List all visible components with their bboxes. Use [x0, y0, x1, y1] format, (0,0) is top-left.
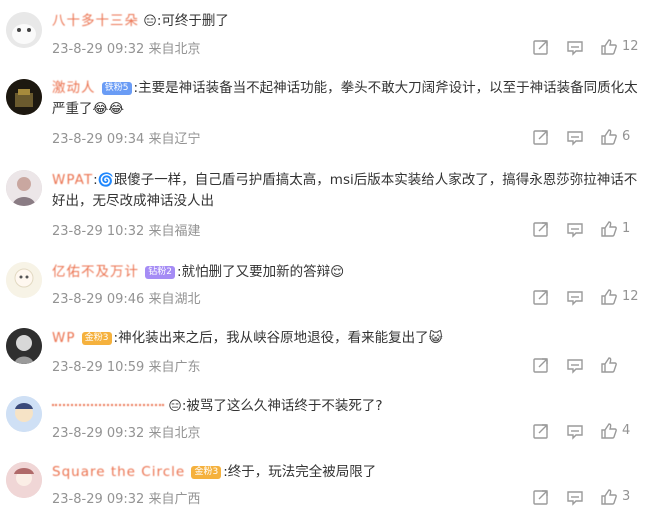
share-icon[interactable]	[532, 288, 550, 306]
comment-text: 激动人 铁粉5:主要是神话装备当不起神话功能，拳头不敢大刀阔斧设计，以至于神话装…	[52, 78, 646, 120]
like-icon[interactable]	[600, 422, 618, 440]
comment-text: 亿佑不及万计 钻粉2:就怕删了又要加新的答辩😌	[52, 262, 646, 283]
comment-date: 23-8-29 09:32	[52, 42, 145, 57]
comment-text: WPAT:🌀跟傻子一样，自己盾弓护盾搞太高，msi后版本实装给人家改了，搞得永恩…	[52, 172, 638, 209]
comment-actions: 6	[532, 128, 648, 146]
like-count: 3	[622, 489, 631, 504]
comment-meta: 23-8-29 10:32 来自福建	[52, 220, 201, 239]
comment-date: 23-8-29 10:59	[52, 360, 145, 375]
comment-date: 23-8-29 09:46	[52, 292, 145, 307]
comment-text: 八十多十三朵 😑:可终于删了	[52, 11, 646, 32]
like-icon[interactable]	[600, 220, 618, 238]
comment-item: 八十多十三朵 😑:可终于删了 23-8-29 09:32 来自北京 12	[0, 0, 658, 70]
comment-icon[interactable]	[566, 288, 584, 306]
comment-icon[interactable]	[566, 356, 584, 374]
like-count: 12	[622, 289, 639, 304]
comment-actions: 3	[532, 488, 648, 506]
comment-date: 23-8-29 09:32	[52, 426, 145, 441]
comment-item: Square the Circle 金粉3:终于，玩法完全被局限了 23-8-2…	[0, 456, 658, 524]
comment-location: 来自福建	[148, 224, 201, 239]
comment-date: 23-8-29 10:32	[52, 224, 145, 239]
comment-actions: 12	[532, 288, 648, 306]
comment-content: :被骂了这么久神话终于不装死了?	[181, 398, 383, 414]
comment-meta: 23-8-29 09:34 来自辽宁	[52, 128, 201, 147]
comment-item: WP 金粉3:神化装出来之后，我从峡谷原地退役，看来能复出了😺 23-8-29 …	[0, 320, 658, 390]
like-count: 4	[622, 423, 631, 438]
comment-content: :就怕删了又要加新的答辩😌	[177, 264, 345, 280]
comment-icon[interactable]	[566, 488, 584, 506]
fan-badge: 金粉3	[191, 466, 222, 479]
comment-icon[interactable]	[566, 422, 584, 440]
comment-meta: 23-8-29 09:46 来自湖北	[52, 288, 201, 307]
share-icon[interactable]	[532, 38, 550, 56]
like-icon[interactable]	[600, 288, 618, 306]
comment-nickname[interactable]: 激动人	[52, 80, 96, 96]
avatar[interactable]	[6, 170, 42, 206]
comment-content: :神化装出来之后，我从峡谷原地退役，看来能复出了😺	[113, 330, 443, 346]
comment-text: 😑:被骂了这么久神话终于不装死了?	[52, 396, 646, 417]
fan-badge: 钻粉2	[145, 266, 176, 279]
like-count: 12	[622, 39, 639, 54]
avatar[interactable]	[6, 462, 42, 498]
comment-location: 来自广西	[148, 492, 201, 507]
comment-nickname[interactable]: 八十多十三朵	[52, 13, 139, 29]
avatar[interactable]	[6, 79, 42, 115]
comment-content: :可终于删了	[156, 13, 229, 29]
comment-location: 来自辽宁	[148, 132, 201, 147]
like-icon[interactable]	[600, 488, 618, 506]
comment-item: 激动人 铁粉5:主要是神话装备当不起神话功能，拳头不敢大刀阔斧设计，以至于神话装…	[0, 70, 658, 160]
comment-location: 来自广东	[148, 360, 201, 375]
avatar[interactable]	[6, 396, 42, 432]
comment-content: 跟傻子一样，自己盾弓护盾搞太高，msi后版本实装给人家改了，搞得永恩莎弥拉神话不…	[52, 172, 638, 209]
comment-location: 来自湖北	[148, 292, 201, 307]
like-count: 6	[622, 129, 631, 144]
like-icon[interactable]	[600, 38, 618, 56]
comment-actions: 1	[532, 220, 648, 238]
comment-text: Square the Circle 金粉3:终于，玩法完全被局限了	[52, 462, 646, 483]
comment-icon[interactable]	[566, 38, 584, 56]
fan-badge: 铁粉5	[101, 82, 132, 95]
face-emoji-icon: 😑	[168, 399, 182, 414]
share-icon[interactable]	[532, 356, 550, 374]
comment-content: :终于，玩法完全被局限了	[223, 464, 377, 480]
comment-location: 来自北京	[148, 42, 201, 57]
face-emoji-icon: 😑	[143, 14, 157, 29]
like-icon[interactable]	[600, 128, 618, 146]
comment-nickname[interactable]: Square the Circle	[52, 464, 185, 480]
comment-actions: 12	[532, 38, 648, 56]
avatar[interactable]	[6, 12, 42, 48]
like-icon[interactable]	[600, 356, 618, 374]
comment-actions	[532, 356, 648, 374]
comment-meta: 23-8-29 10:59 来自广东	[52, 356, 201, 375]
comment-meta: 23-8-29 09:32 来自广西	[52, 488, 201, 507]
comment-icon[interactable]	[566, 220, 584, 238]
comment-meta: 23-8-29 09:32 来自北京	[52, 38, 201, 57]
comment-content: :主要是神话装备当不起神话功能，拳头不敢大刀阔斧设计，以至于神话装备同质化太严重…	[52, 80, 638, 117]
like-count: 1	[622, 221, 631, 236]
fan-badge: 金粉3	[81, 332, 112, 345]
share-icon[interactable]	[532, 422, 550, 440]
avatar[interactable]	[6, 262, 42, 298]
comment-text: WP 金粉3:神化装出来之后，我从峡谷原地退役，看来能复出了😺	[52, 328, 646, 349]
comment-location: 来自北京	[148, 426, 201, 441]
comment-item: 亿佑不及万计 钻粉2:就怕删了又要加新的答辩😌 23-8-29 09:46 来自…	[0, 252, 658, 320]
comment-date: 23-8-29 09:34	[52, 132, 145, 147]
comment-item: 😑:被骂了这么久神话终于不装死了? 23-8-29 09:32 来自北京 4	[0, 390, 658, 456]
comment-date: 23-8-29 09:32	[52, 492, 145, 507]
comment-item: WPAT:🌀跟傻子一样，自己盾弓护盾搞太高，msi后版本实装给人家改了，搞得永恩…	[0, 160, 658, 252]
comment-nickname[interactable]: WPAT	[52, 172, 93, 188]
comment-nickname[interactable]	[52, 396, 164, 406]
share-icon[interactable]	[532, 128, 550, 146]
comment-nickname[interactable]: 亿佑不及万计	[52, 264, 139, 280]
avatar[interactable]	[6, 328, 42, 364]
comment-icon[interactable]	[566, 128, 584, 146]
comment-nickname[interactable]: WP	[52, 330, 76, 346]
comment-meta: 23-8-29 09:32 来自北京	[52, 422, 201, 441]
share-icon[interactable]	[532, 220, 550, 238]
share-icon[interactable]	[532, 488, 550, 506]
swirl-emoji-icon: 🌀	[97, 173, 114, 188]
comment-actions: 4	[532, 422, 648, 440]
